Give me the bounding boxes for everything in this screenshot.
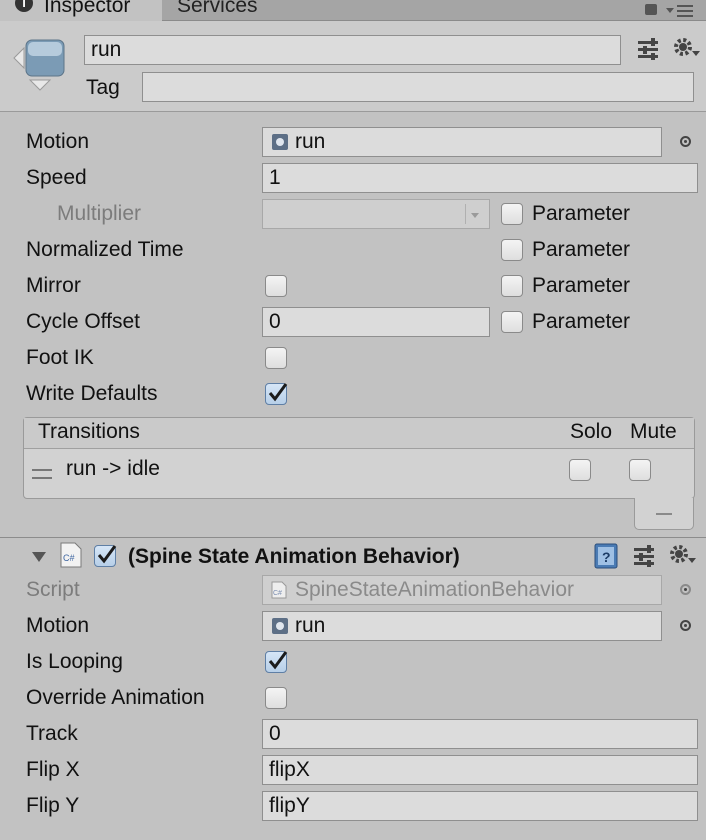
minus-icon: [656, 513, 672, 515]
script-picker-icon[interactable]: [680, 584, 691, 595]
flip-x-input[interactable]: flipX: [262, 755, 698, 785]
behavior-motion-field[interactable]: run: [262, 611, 662, 641]
script-file-icon: C#: [60, 542, 82, 568]
cycle-offset-input[interactable]: 0: [262, 307, 490, 337]
animation-clip-icon: [272, 618, 288, 634]
multiplier-parameter-checkbox[interactable]: [501, 203, 523, 225]
script-value: SpineStateAnimationBehavior: [295, 578, 575, 601]
transition-row[interactable]: run -> idle: [24, 449, 694, 497]
checkmark-icon: [268, 651, 288, 670]
menu-icon[interactable]: [666, 3, 694, 17]
normalized-time-label: Normalized Time: [26, 238, 184, 261]
flip-x-label: Flip X: [26, 758, 80, 781]
speed-label: Speed: [26, 166, 87, 189]
solo-column-label: Solo: [570, 420, 613, 443]
component-preset-icon[interactable]: [632, 545, 658, 567]
preset-icon[interactable]: [636, 38, 662, 60]
behavior-motion-picker-icon[interactable]: [680, 620, 691, 631]
write-defaults-label: Write Defaults: [26, 382, 158, 405]
mirror-parameter-checkbox[interactable]: [501, 275, 523, 297]
write-defaults-checkbox[interactable]: [265, 383, 288, 405]
script-field[interactable]: C# SpineStateAnimationBehavior: [262, 575, 662, 605]
checkmark-icon: [268, 383, 288, 402]
checkmark-icon: [97, 545, 117, 564]
lock-icon[interactable]: [645, 4, 657, 15]
tab-services[interactable]: Services: [163, 0, 283, 20]
script-label: Script: [26, 578, 80, 601]
svg-text:?: ?: [602, 549, 611, 565]
script-file-small-icon: C#: [271, 581, 287, 599]
foot-ik-label: Foot IK: [26, 346, 94, 369]
motion-label: Motion: [26, 130, 90, 153]
tab-inspector[interactable]: i Inspector: [0, 0, 162, 21]
component-title: (Spine State Animation Behavior): [128, 545, 460, 568]
object-picker-icon[interactable]: [680, 136, 691, 147]
state-icon: [12, 36, 66, 92]
chevron-down-icon: [465, 204, 484, 224]
drag-handle-icon[interactable]: [32, 469, 52, 479]
mute-checkbox[interactable]: [629, 459, 651, 481]
speed-input[interactable]: 1: [262, 163, 698, 193]
override-animation-label: Override Animation: [26, 686, 205, 709]
motion-field[interactable]: run: [262, 127, 662, 157]
name-input[interactable]: run: [84, 35, 621, 65]
mirror-label: Mirror: [26, 274, 81, 297]
behavior-motion-value: run: [295, 614, 326, 637]
cycle-offset-parameter-checkbox[interactable]: [501, 311, 523, 333]
component-gear-icon[interactable]: [668, 543, 696, 569]
svg-text:C#: C#: [273, 590, 282, 597]
help-book-icon[interactable]: ?: [594, 543, 618, 569]
flip-y-label: Flip Y: [26, 794, 80, 817]
is-looping-checkbox[interactable]: [265, 651, 288, 673]
foot-ik-checkbox[interactable]: [265, 347, 287, 369]
info-icon: i: [15, 0, 33, 12]
multiplier-dropdown[interactable]: [262, 199, 490, 229]
tab-inspector-label: Inspector: [44, 0, 131, 17]
track-label: Track: [26, 722, 78, 745]
transition-label: run -> idle: [66, 457, 160, 480]
normalized-time-parameter-checkbox[interactable]: [501, 239, 523, 261]
svg-text:C#: C#: [63, 553, 75, 563]
track-input[interactable]: 0: [262, 719, 698, 749]
override-animation-checkbox[interactable]: [265, 687, 287, 709]
tab-services-label: Services: [177, 0, 258, 17]
gear-icon[interactable]: [672, 36, 700, 62]
flip-y-input[interactable]: flipY: [262, 791, 698, 821]
mute-column-label: Mute: [630, 420, 677, 443]
multiplier-parameter-label: Parameter: [532, 202, 631, 225]
transitions-header-label: Transitions: [38, 420, 140, 443]
motion-value: run: [295, 130, 326, 153]
cycle-offset-parameter-label: Parameter: [532, 310, 631, 333]
foldout-arrow-icon[interactable]: [31, 550, 47, 564]
multiplier-label: Multiplier: [57, 202, 142, 225]
animation-clip-icon: [272, 134, 288, 150]
tag-field[interactable]: [142, 72, 694, 102]
component-enabled-checkbox[interactable]: [94, 545, 117, 567]
normalized-time-parameter-label: Parameter: [532, 238, 631, 261]
behavior-motion-label: Motion: [26, 614, 90, 637]
mirror-parameter-label: Parameter: [532, 274, 631, 297]
remove-transition-button[interactable]: [634, 498, 694, 530]
is-looping-label: Is Looping: [26, 650, 123, 673]
tag-label: Tag: [86, 76, 120, 99]
solo-checkbox[interactable]: [569, 459, 591, 481]
mirror-checkbox[interactable]: [265, 275, 287, 297]
cycle-offset-label: Cycle Offset: [26, 310, 140, 333]
